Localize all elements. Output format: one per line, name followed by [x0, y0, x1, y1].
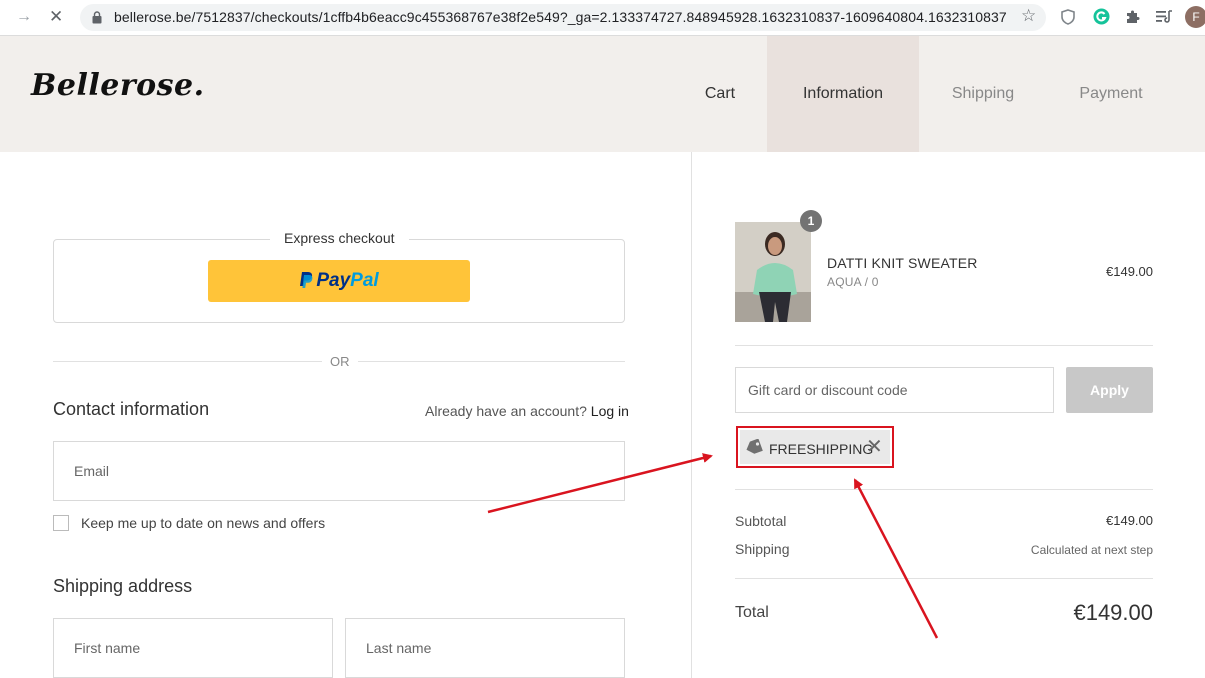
subtotal-value: €149.00: [1106, 513, 1153, 528]
product-photo: [735, 222, 811, 322]
account-prompt-text: Already have an account?: [425, 403, 587, 419]
email-input[interactable]: [54, 442, 624, 500]
product-variant: AQUA / 0: [827, 275, 879, 289]
newsletter-checkbox[interactable]: [53, 515, 69, 531]
shipping-address-title: Shipping address: [53, 576, 193, 596]
contact-information-title: Contact information: [53, 399, 210, 419]
account-prompt: Already have an account? Log in: [425, 403, 629, 419]
total-value: €149.00: [1073, 600, 1153, 625]
profile-avatar[interactable]: F: [1185, 6, 1205, 28]
express-checkout-label: Express checkout: [270, 230, 409, 246]
product-name: DATTI KNIT SWEATER: [827, 255, 978, 271]
star-icon[interactable]: ☆: [1021, 7, 1036, 24]
url-text[interactable]: bellerose.be/7512837/checkouts/1cffb4b6e…: [114, 9, 1007, 25]
lock-icon[interactable]: [92, 11, 102, 24]
puzzle-icon[interactable]: [1125, 9, 1141, 25]
discount-code-input[interactable]: [736, 368, 1053, 412]
brand-logo[interactable]: Bellerose.: [31, 68, 205, 103]
step-cart[interactable]: Cart: [690, 36, 750, 152]
shipping-value: Calculated at next step: [1030, 543, 1153, 557]
discount-code-field[interactable]: [735, 367, 1054, 413]
playlist-icon[interactable]: [1156, 10, 1173, 24]
quantity-badge: 1: [800, 210, 822, 232]
shipping-label: Shipping: [735, 541, 790, 557]
annotation-arrow-bottom: [853, 478, 939, 639]
step-shipping[interactable]: Shipping: [938, 36, 1028, 152]
discount-divider: [735, 489, 1153, 490]
product-price: €149.00: [1106, 264, 1153, 279]
paypal-icon: [300, 272, 313, 288]
stop-icon[interactable]: ✕: [49, 8, 63, 25]
paypal-text-pay: Pay: [316, 270, 351, 291]
total-divider: [735, 578, 1153, 579]
email-field[interactable]: [53, 441, 625, 501]
first-name-field[interactable]: [53, 618, 333, 678]
login-link[interactable]: Log in: [591, 403, 629, 419]
subtotal-label: Subtotal: [735, 513, 787, 529]
total-label: Total: [735, 604, 769, 621]
first-name-input[interactable]: [54, 619, 332, 677]
column-divider: [691, 152, 692, 678]
newsletter-label[interactable]: Keep me up to date on news and offers: [81, 515, 325, 531]
step-information[interactable]: Information: [767, 36, 919, 152]
paypal-button[interactable]: PayPal: [208, 260, 470, 302]
or-separator: OR: [322, 354, 358, 369]
product-thumbnail: [735, 222, 811, 322]
apply-discount-button[interactable]: Apply: [1066, 367, 1153, 413]
step-payment[interactable]: Payment: [1068, 36, 1154, 152]
annotation-highlight-box: [736, 426, 894, 468]
last-name-field[interactable]: [345, 618, 625, 678]
summary-divider: [735, 345, 1153, 346]
forward-icon[interactable]: →: [16, 9, 32, 25]
shield-icon[interactable]: [1061, 9, 1075, 25]
grammarly-icon[interactable]: [1093, 8, 1110, 25]
last-name-input[interactable]: [346, 619, 624, 677]
paypal-text-pal: Pal: [350, 270, 379, 291]
